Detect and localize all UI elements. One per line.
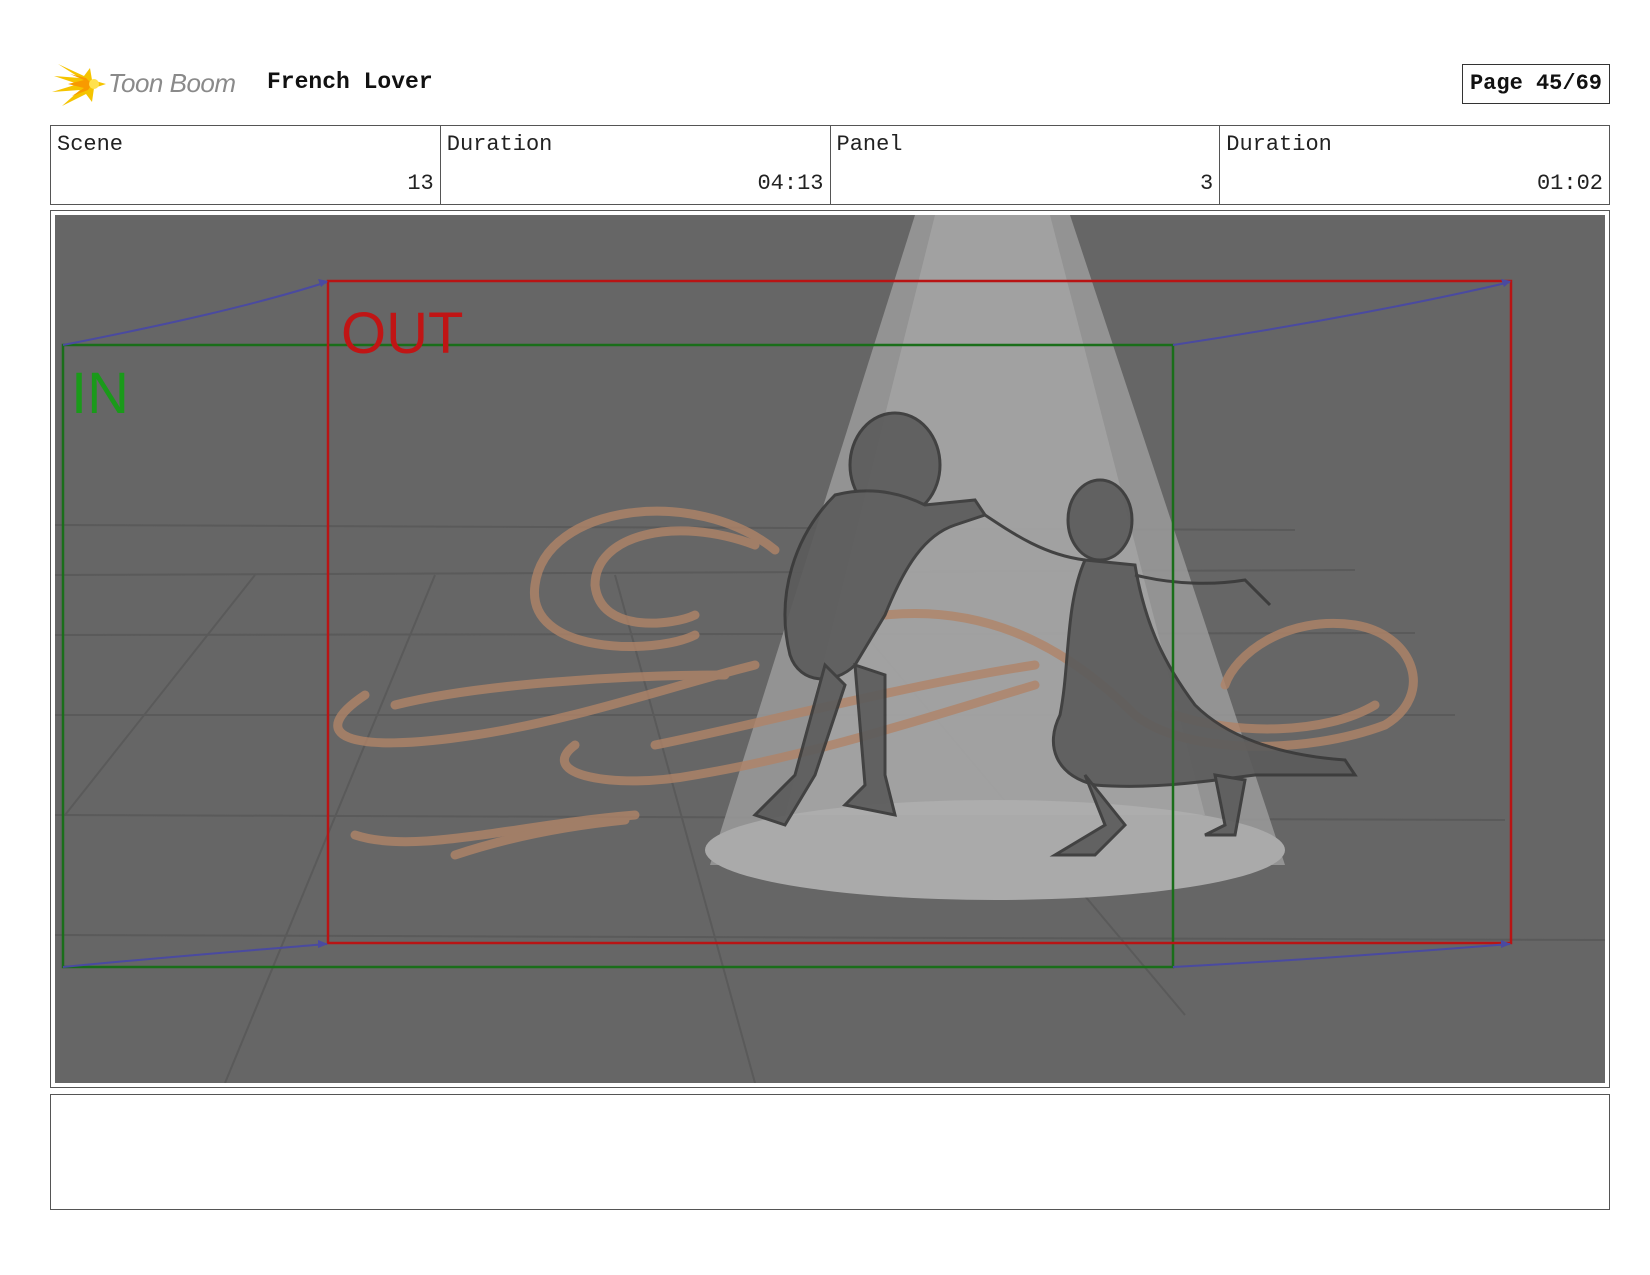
page-number: Page 45/69 [1461, 64, 1610, 104]
scene-duration-label: Duration [446, 132, 553, 157]
starburst-icon [52, 64, 106, 106]
page-header: Toon Boom French Lover Page 45/69 [50, 58, 1610, 110]
scene-cell: Scene 13 [51, 126, 441, 204]
panel-drawing: IN OUT [55, 215, 1605, 1083]
panel-duration-cell: Duration 01:02 [1220, 126, 1609, 204]
panel-cell: Panel 3 [831, 126, 1221, 204]
logo-text: Toon Boom [108, 68, 236, 98]
storyboard-panel: IN OUT [50, 210, 1610, 1088]
panel-duration-label: Duration [1226, 132, 1332, 157]
scene-value: 13 [407, 171, 434, 196]
panel-duration-value: 01:02 [1536, 171, 1603, 196]
toon-boom-logo: Toon Boom [50, 58, 250, 110]
panel-sketch: IN OUT [55, 215, 1605, 1083]
panel-notes-box [50, 1094, 1610, 1210]
project-title: French Lover [267, 69, 433, 95]
panel-label: Panel [836, 132, 903, 157]
scene-duration-value: 04:13 [757, 171, 824, 196]
panel-value: 3 [1200, 171, 1214, 196]
out-label: OUT [341, 301, 463, 366]
scene-label: Scene [57, 132, 124, 157]
in-label: IN [71, 361, 129, 426]
scene-duration-cell: Duration 04:13 [441, 126, 831, 204]
scene-info-table: Scene 13 Duration 04:13 Panel 3 Duration… [50, 125, 1610, 205]
